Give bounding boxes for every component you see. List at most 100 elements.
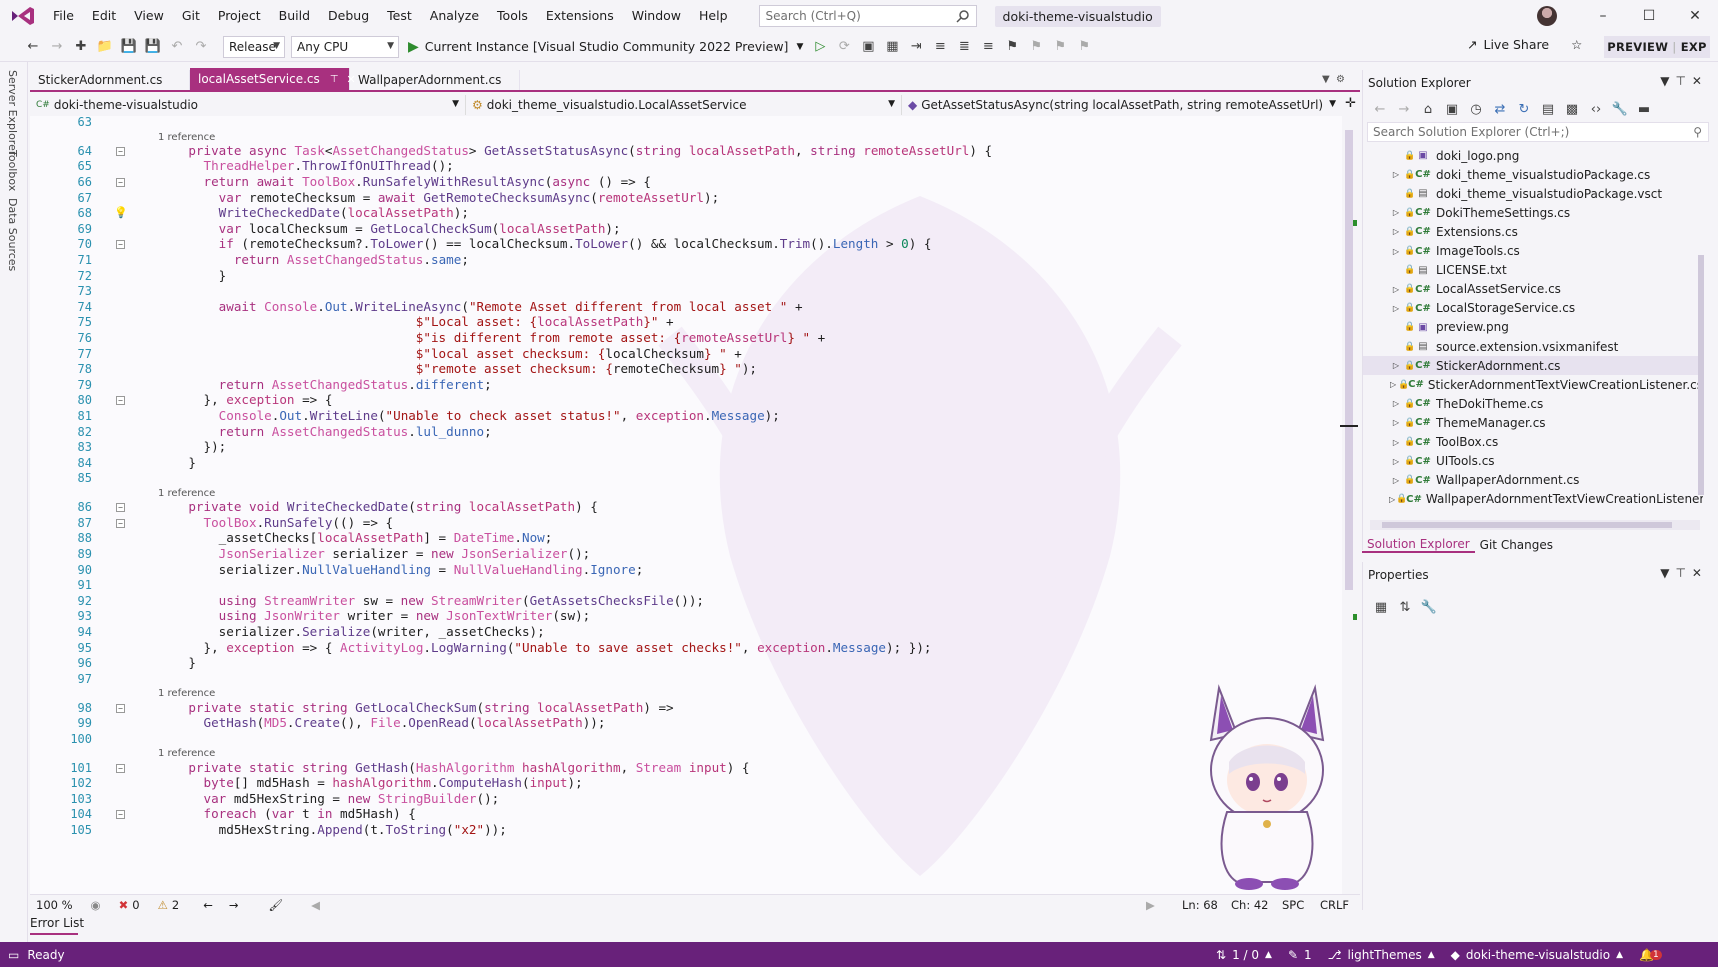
expand-icon[interactable]: ▷ xyxy=(1389,457,1403,466)
fold-toggle-icon[interactable]: − xyxy=(116,178,125,187)
tree-item[interactable]: ▷ 🔒 C# ToolBox.cs xyxy=(1363,433,1703,452)
error-list-tab[interactable]: Error List xyxy=(30,916,84,935)
back-icon[interactable]: ← xyxy=(22,36,44,58)
type-dropdown[interactable]: ⚙ doki_theme_visualstudio.LocalAssetServi… xyxy=(466,95,902,115)
tree-item[interactable]: 🔒 ▣ doki_logo.png xyxy=(1363,146,1703,165)
collapse-all-icon[interactable]: ▤ xyxy=(1537,98,1559,120)
tree-item[interactable]: ▷ 🔒 C# ImageTools.cs xyxy=(1363,242,1703,261)
fold-toggle-icon[interactable]: − xyxy=(116,503,125,513)
tab-git-changes[interactable]: Git Changes xyxy=(1475,538,1558,552)
warning-icon[interactable]: ⚠ xyxy=(158,898,168,912)
preview-selected-icon[interactable]: ▬ xyxy=(1633,98,1655,120)
show-all-files-icon[interactable]: ▩ xyxy=(1561,98,1583,120)
tree-item[interactable]: 🔒 ▤ doki_theme_visualstudioPackage.vsct xyxy=(1363,184,1703,203)
layout-icon[interactable]: ▦ xyxy=(881,36,903,58)
uncomment-icon[interactable]: ≡ xyxy=(977,36,999,58)
expand-icon[interactable]: ▷ xyxy=(1389,304,1403,313)
expand-icon[interactable]: ▷ xyxy=(1389,208,1403,217)
repo-selector[interactable]: ◆ doki-theme-visualstudio ▲ xyxy=(1451,948,1623,962)
next-issue-icon[interactable]: → xyxy=(229,898,239,912)
forward-icon[interactable]: → xyxy=(1393,98,1415,120)
tab-wallpaper-adornment[interactable]: WallpaperAdornment.cs xyxy=(350,70,520,90)
tree-item[interactable]: 🔒 ▣ preview.png xyxy=(1363,318,1703,337)
sync-icon[interactable]: ⇄ xyxy=(1489,98,1511,120)
solution-hscroll-thumb[interactable] xyxy=(1382,522,1672,528)
data-sources-tab[interactable]: Data Sources xyxy=(6,198,19,271)
lightbulb-icon[interactable]: 💡 xyxy=(114,206,128,219)
view-code-icon[interactable]: ‹› xyxy=(1585,98,1607,120)
menu-item-extensions[interactable]: Extensions xyxy=(537,0,623,32)
tree-item[interactable]: ▷ 🔒 C# ThemeManager.cs xyxy=(1363,413,1703,432)
solution-vscroll-thumb[interactable] xyxy=(1698,255,1704,495)
redo-icon[interactable]: ↷ xyxy=(190,36,212,58)
step-icon[interactable]: ⇥ xyxy=(905,36,927,58)
undo-icon[interactable]: ↶ xyxy=(166,36,188,58)
scroll-right-icon[interactable]: ▶ xyxy=(1146,898,1155,912)
hot-reload-icon[interactable]: ⟳ xyxy=(833,36,855,58)
search-box[interactable]: Search (Ctrl+Q) xyxy=(758,5,977,27)
expand-icon[interactable]: ▷ xyxy=(1389,438,1403,447)
error-count[interactable]: 0 xyxy=(132,898,139,912)
categorized-icon[interactable]: ▦ xyxy=(1370,596,1392,618)
expand-icon[interactable]: ▷ xyxy=(1389,170,1403,179)
notifications[interactable]: 🔔 1 xyxy=(1639,948,1662,962)
expand-icon[interactable]: ▷ xyxy=(1389,495,1395,504)
health-icon[interactable]: ◉ xyxy=(91,898,101,912)
bookmark-next-icon[interactable]: ⚑ xyxy=(1049,36,1071,58)
column-number[interactable]: Ch: 42 xyxy=(1231,898,1268,912)
expand-icon[interactable]: ▷ xyxy=(1389,418,1403,427)
avatar[interactable] xyxy=(1537,6,1557,26)
bookmark-prev-icon[interactable]: ⚑ xyxy=(1025,36,1047,58)
scroll-left-icon[interactable]: ◀ xyxy=(311,898,320,912)
start-without-debugging-icon[interactable]: ▷ xyxy=(809,36,831,58)
code-editor[interactable]: 63 1 reference 64 − private async Task<Asse… xyxy=(30,116,1342,894)
sync-status[interactable]: ⇅ 1 / 0 ▲ xyxy=(1216,948,1272,962)
expand-icon[interactable]: ▷ xyxy=(1389,476,1403,485)
forward-icon[interactable]: → xyxy=(46,36,68,58)
start-button[interactable]: ▶ Current Instance [Visual Studio Communi… xyxy=(408,39,803,55)
code-cleanup-icon[interactable]: 🖌 xyxy=(268,898,283,912)
live-share-button[interactable]: ↗ Live Share ☆ xyxy=(1467,37,1582,52)
menu-item-view[interactable]: View xyxy=(125,0,173,32)
member-dropdown[interactable]: ◆ GetAssetStatusAsync(string localAssetPa… xyxy=(902,95,1342,115)
refresh-icon[interactable]: ↻ xyxy=(1513,98,1535,120)
solution-search-input[interactable]: Search Solution Explorer (Ctrl+;) ⚲ xyxy=(1367,122,1709,142)
tree-item[interactable]: ▷ 🔒 C# DokiThemeSettings.cs xyxy=(1363,203,1703,222)
menu-item-git[interactable]: Git xyxy=(173,0,209,32)
minimize-icon[interactable]: – xyxy=(1580,0,1626,32)
new-project-icon[interactable]: ✚ xyxy=(70,36,92,58)
format-icon[interactable]: ≡ xyxy=(929,36,951,58)
folder-view-icon[interactable]: ▣ xyxy=(857,36,879,58)
bookmark-clear-icon[interactable]: ⚑ xyxy=(1073,36,1095,58)
tab-overflow-icon[interactable]: ▼ ⚙ xyxy=(1322,74,1345,85)
panel-window-controls[interactable]: ▼⊤✕ xyxy=(1660,74,1708,88)
preview-badge[interactable]: PREVIEW | EXP xyxy=(1604,36,1710,58)
tree-item[interactable]: 🔒 ▤ LICENSE.txt xyxy=(1363,261,1703,280)
codelens-references[interactable]: 1 reference xyxy=(158,748,215,759)
tree-item[interactable]: ▷ 🔒 C# UITools.cs xyxy=(1363,452,1703,471)
expand-icon[interactable]: ▷ xyxy=(1389,247,1403,256)
expand-icon[interactable]: ▷ xyxy=(1389,227,1403,236)
tree-item[interactable]: ▷ 🔒 C# WallpaperAdornment.cs xyxy=(1363,471,1703,490)
error-icon[interactable]: ✖ xyxy=(119,898,129,912)
tree-item[interactable]: ▷ 🔒 C# doki_theme_visualstudioPackage.cs xyxy=(1363,165,1703,184)
fold-toggle-icon[interactable]: − xyxy=(116,703,125,713)
comment-icon[interactable]: ≣ xyxy=(953,36,975,58)
pending-changes[interactable]: ✎ 1 xyxy=(1288,948,1312,962)
zoom-level[interactable]: 100 % xyxy=(36,898,73,912)
visual-studio-logo-icon[interactable] xyxy=(10,5,36,27)
line-number[interactable]: Ln: 68 xyxy=(1182,898,1218,912)
back-icon[interactable]: ← xyxy=(1369,98,1391,120)
menu-item-help[interactable]: Help xyxy=(690,0,737,32)
tab-sticker-adornment[interactable]: StickerAdornment.cs xyxy=(30,70,190,90)
open-folder-icon[interactable]: 📁 xyxy=(94,36,116,58)
properties-icon[interactable]: 🔧 xyxy=(1609,98,1631,120)
line-ending[interactable]: CRLF xyxy=(1320,898,1349,912)
split-icon[interactable]: ✛ xyxy=(1345,96,1356,111)
fold-toggle-icon[interactable]: − xyxy=(116,240,125,250)
history-icon[interactable]: ◷ xyxy=(1465,98,1487,120)
menu-item-debug[interactable]: Debug xyxy=(319,0,378,32)
panel-window-controls[interactable]: ▼⊤✕ xyxy=(1660,566,1708,580)
expand-icon[interactable]: ▷ xyxy=(1389,380,1397,389)
warning-count[interactable]: 2 xyxy=(172,898,179,912)
